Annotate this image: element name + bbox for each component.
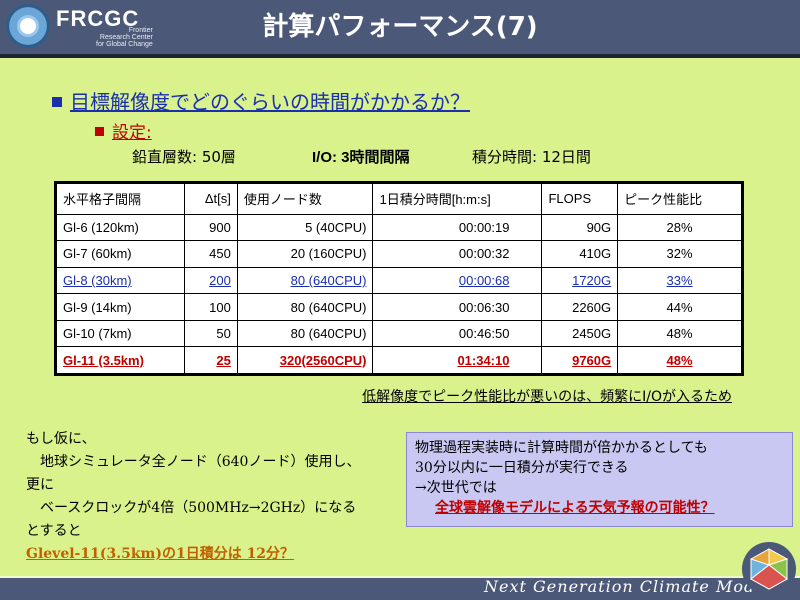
table-header: FLOPS [541, 183, 619, 215]
table-row-highlight-blue: Gl-8 (30km) 200 80 (640CPU) 00:00:68 172… [56, 266, 742, 295]
square-bullet-icon [52, 97, 62, 107]
table-row: Gl-7 (60km) 450 20 (160CPU) 00:00:32 410… [56, 240, 742, 268]
table-cell: 80 (640CPU) [236, 319, 374, 348]
hypothesis-line: もし仮に、 [26, 431, 96, 447]
table-cell: 450 [183, 240, 238, 268]
table-cell: 2260G [541, 293, 619, 321]
table-cell: 80 (640CPU) [236, 266, 374, 295]
icosahedron-globe-icon [742, 542, 796, 596]
table-cell: 50 [183, 319, 238, 348]
table-cell: 00:00:68 [372, 266, 543, 295]
table-cell: 80 (640CPU) [236, 293, 374, 321]
table-header: 水平格子間隔 [56, 183, 185, 215]
table-cell: Gl-11 (3.5km) [56, 346, 185, 374]
table-cell: Gl-6 (120km) [56, 213, 185, 242]
hypothesis-line: 地球シミュレータ全ノード（640ノード）使用し、 [40, 454, 361, 470]
table-cell: 28% [617, 213, 742, 242]
table-row: Gl-10 (7km) 50 80 (640CPU) 00:46:50 2450… [56, 319, 742, 348]
conclusion-line: 物理過程実装時に計算時間が倍かかるとしても [415, 440, 708, 456]
conclusion-line: 30分以内に一日積分が実行できる [415, 460, 629, 476]
table-cell: 25 [183, 346, 238, 374]
table-header: ピーク性能比 [617, 183, 742, 215]
table-cell: 100 [183, 293, 238, 321]
table-cell: 48% [617, 319, 742, 348]
table-cell: Gl-8 (30km) [56, 266, 185, 295]
question-heading: 目標解像度でどのぐらいの時間がかかるか？ [52, 86, 470, 115]
hypothesis-line: 更に [26, 477, 54, 493]
table-cell: 33% [617, 266, 742, 295]
table-cell: 32% [617, 240, 742, 268]
param-integration: 積分時間: 12日間 [472, 148, 591, 166]
table-cell: Gl-9 (14km) [56, 293, 185, 321]
conclusion-line: →次世代では [415, 480, 497, 496]
table-cell: 48% [617, 346, 742, 374]
table-cell: 00:06:30 [372, 293, 543, 321]
table-cell: 9760G [541, 346, 619, 374]
table-cell: 200 [183, 266, 238, 295]
table-row-highlight-red: Gl-11 (3.5km) 25 320(2560CPU) 01:34:10 9… [56, 346, 742, 374]
param-io: I/O: 3時間間隔 [312, 149, 410, 166]
table-footnote: 低解像度でピーク性能比が悪いのは、頻繁にI/Oが入るため [362, 389, 732, 405]
footer-title: Next Generation Climate Model [484, 577, 772, 596]
hypothesis-conclusion: Glevel-11(3.5km)の1日積分は 12分？ [26, 546, 295, 562]
table-cell: 01:34:10 [372, 346, 543, 374]
table-cell: 900 [183, 213, 238, 242]
table-header: 1日積分時間[h:m:s] [372, 183, 543, 215]
param-layers: 鉛直層数: 50層 [132, 148, 236, 166]
table-cell: 20 (160CPU) [236, 240, 374, 268]
performance-table: 水平格子間隔 Δt[s] 使用ノード数 1日積分時間[h:m:s] FLOPS … [54, 181, 744, 376]
hypothesis-text: もし仮に、 地球シミュレータ全ノード（640ノード）使用し、 更に ベースクロッ… [26, 428, 360, 566]
table-cell: Gl-10 (7km) [56, 319, 185, 348]
table-row: Gl-6 (120km) 900 5 (40CPU) 00:00:19 90G … [56, 213, 742, 242]
table-cell: 2450G [541, 319, 619, 348]
table-header: Δt[s] [183, 183, 238, 215]
table-cell: 1720G [541, 266, 619, 295]
slide-header: FRCGC Frontier Research Center for Globa… [0, 0, 800, 58]
table-cell: 5 (40CPU) [236, 213, 374, 242]
table-cell: 00:00:32 [372, 240, 543, 268]
conclusion-box: 物理過程実装時に計算時間が倍かかるとしても 30分以内に一日積分が実行できる →… [406, 432, 793, 527]
table-row: Gl-9 (14km) 100 80 (640CPU) 00:06:30 226… [56, 293, 742, 321]
table-cell: 00:46:50 [372, 319, 543, 348]
table-cell: 00:00:19 [372, 213, 543, 242]
table-cell: Gl-7 (60km) [56, 240, 185, 268]
table-header-row: 水平格子間隔 Δt[s] 使用ノード数 1日積分時間[h:m:s] FLOPS … [56, 183, 742, 215]
table-cell: 44% [617, 293, 742, 321]
table-cell: 410G [541, 240, 619, 268]
table-cell: 320(2560CPU) [236, 346, 374, 374]
table-cell: 90G [541, 213, 619, 242]
hypothesis-line: とすると [26, 523, 82, 539]
hypothesis-line: ベースクロックが4倍（500MHz→2GHz）になる [40, 500, 357, 516]
slide-title: 計算パフォーマンス(7) [262, 12, 538, 42]
settings-heading: 設定: [95, 118, 152, 143]
square-bullet-icon [95, 127, 104, 136]
table-header: 使用ノード数 [236, 183, 374, 215]
conclusion-highlight: 全球雲解像モデルによる天気予報の可能性？ [435, 500, 715, 516]
